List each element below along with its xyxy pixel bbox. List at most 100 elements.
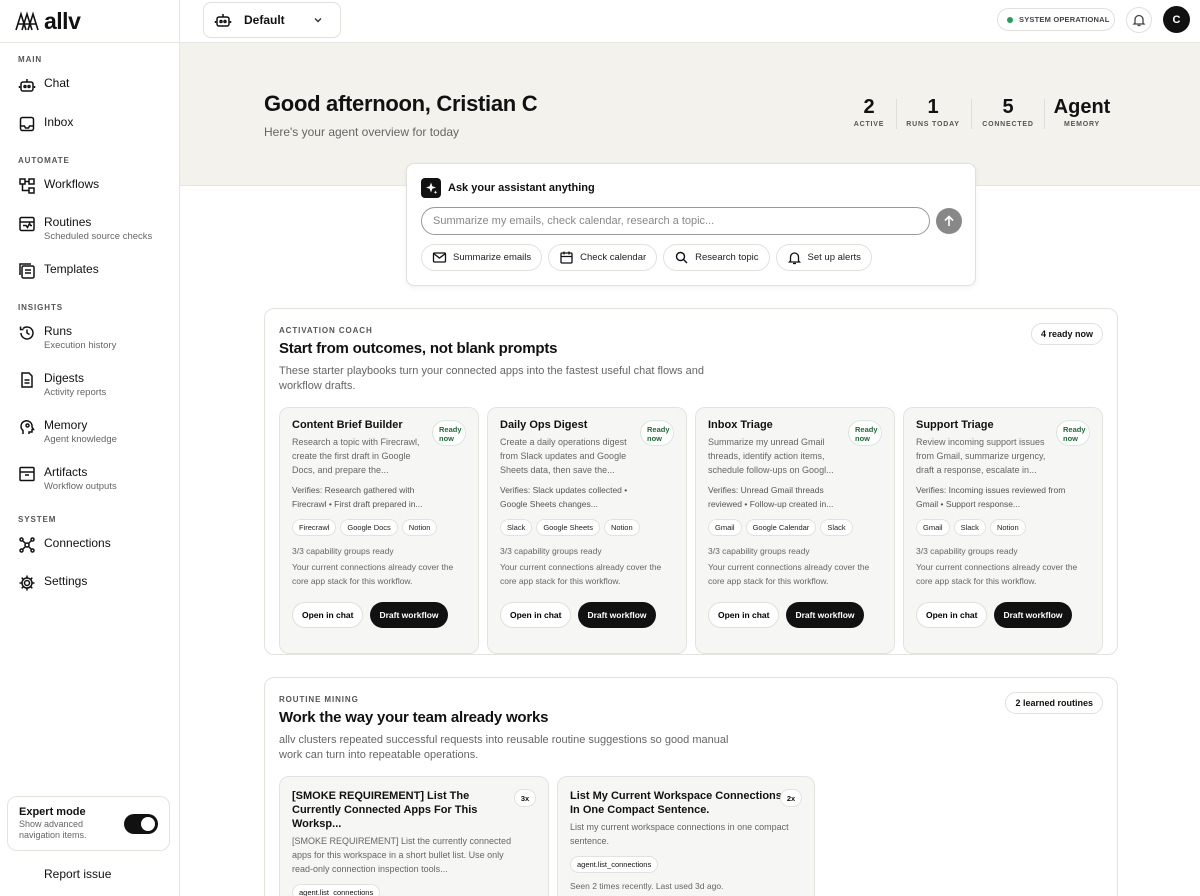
sidebar-item-memory[interactable]: Memory Agent knowledge [0,417,179,446]
open-in-chat-button[interactable]: Open in chat [500,602,572,628]
app-tags: Firecrawl Google Docs Notion [292,519,466,536]
sidebar-item-digests[interactable]: Digests Activity reports [0,370,179,399]
sidebar-item-chat[interactable]: Chat [0,75,179,94]
chip-set-up-alerts[interactable]: Set up alerts [775,244,872,271]
sidebar-item-label: Workflows [44,177,100,191]
draft-workflow-button[interactable]: Draft workflow [786,602,864,628]
playbook-desc: Research a topic with Firecrawl, create … [292,437,420,475]
stat-value: 2 [863,96,875,118]
panel-title: Start from outcomes, not blank prompts [279,340,558,357]
open-in-chat-button[interactable]: Open in chat [708,602,780,628]
playbook-title: Content Brief Builder [292,419,403,431]
panel-desc: These starter playbooks turn your connec… [279,365,704,392]
sidebar-item-label: Settings [44,574,88,588]
section-label-insights: INSIGHTS [18,303,63,312]
archive-icon [19,466,35,482]
routine-tool-tag: agent.list_connections [292,884,381,896]
sidebar-item-label: Chat [44,76,70,90]
draft-workflow-button[interactable]: Draft workflow [578,602,656,628]
expert-mode-desc: Show advanced navigation items. [19,819,87,840]
routine-usage-note: Seen 2 times recently. Last used 3d ago. [570,881,724,891]
robot-icon [214,14,232,27]
open-in-chat-button[interactable]: Open in chat [292,602,364,628]
digest-icon [21,372,33,388]
chip-research-topic[interactable]: Research topic [663,244,770,271]
sidebar-item-routines[interactable]: Routines Scheduled source checks [0,214,179,243]
routine-card[interactable]: [SMOKE REQUIREMENT] List The Currently C… [279,776,549,896]
sidebar-item-templates[interactable]: Templates [0,261,179,280]
send-button[interactable] [936,208,962,234]
search-icon [675,251,688,264]
stat-active: 2 ACTIVE [852,96,886,128]
workflow-icon [19,178,35,194]
stat-divider [1044,99,1045,129]
stat-memory: Agent MEMORY [1052,96,1112,128]
sparkles-icon [421,178,441,198]
stat-divider [971,99,972,129]
playbook-actions: Open in chat Draft workflow [916,602,1072,628]
stat-label: MEMORY [1063,121,1101,128]
section-label-automate: AUTOMATE [18,156,70,165]
assistant-input[interactable] [421,207,930,235]
draft-workflow-button[interactable]: Draft workflow [370,602,448,628]
sidebar-item-label: Inbox [44,115,74,129]
logo[interactable]: allv [0,0,179,43]
stat-label: RUNS TODAY [906,121,960,128]
workspace-selector[interactable]: Default [203,2,341,38]
stat-value: 1 [927,96,939,118]
ready-count-badge: 4 ready now [1030,323,1103,345]
coverage-note: Your current connections already cover t… [292,562,454,586]
playbook-actions: Open in chat Draft workflow [708,602,864,628]
chip-label: Research topic [695,252,759,263]
app-tag: Gmail [916,519,950,536]
sidebar-item-inbox[interactable]: Inbox [0,114,179,133]
app-tag: Google Sheets [536,519,600,536]
report-issue-link[interactable]: Report issue [0,866,179,882]
playbook-desc: Create a daily operations digest from Sl… [500,437,627,475]
allv-logo-icon [15,11,39,31]
status-text: SYSTEM OPERATIONAL [1019,15,1110,24]
workspace-name: Default [244,13,285,27]
panel-title: Work the way your team already works [279,709,549,726]
templates-icon [19,263,35,279]
sidebar-item-runs[interactable]: Runs Execution history [0,323,179,352]
logo-text: allv [44,7,81,34]
routine-desc: [SMOKE REQUIREMENT] List the currently c… [292,836,512,874]
sidebar-item-settings[interactable]: Settings [0,573,179,592]
playbook-card-content-brief: Content Brief Builder Ready now Research… [279,407,479,654]
draft-workflow-button[interactable]: Draft workflow [994,602,1072,628]
sidebar-item-sub: Scheduled source checks [44,231,153,242]
sidebar-item-label: Routines [44,215,92,229]
open-in-chat-button[interactable]: Open in chat [916,602,988,628]
app-tag: Notion [401,519,438,536]
report-issue-label: Report issue [44,867,112,881]
app-tag: Slack [500,519,533,536]
coverage-note: Your current connections already cover t… [500,562,662,586]
ready-badge: Ready now [640,420,674,446]
playbook-card-daily-ops: Daily Ops Digest Ready now Create a dail… [487,407,687,654]
app-tag: Google Calendar [745,519,817,536]
chip-label: Check calendar [580,252,647,263]
robot-icon [18,79,36,92]
app-tag: Gmail [708,519,742,536]
routine-card[interactable]: List My Current Workspace Connections In… [557,776,815,896]
capability-status: 3/3 capability groups ready [292,546,394,556]
status-badge[interactable]: SYSTEM OPERATIONAL [997,8,1115,31]
section-label-system: SYSTEM [18,515,57,524]
bell-icon [787,252,801,265]
expert-mode-toggle[interactable] [124,814,158,834]
sidebar-item-sub: Activity reports [44,387,107,398]
chevron-down-icon [314,18,322,23]
sidebar-item-artifacts[interactable]: Artifacts Workflow outputs [0,464,179,493]
sidebar-item-connections[interactable]: Connections [0,535,179,554]
ready-badge: Ready now [848,420,882,446]
chip-check-calendar[interactable]: Check calendar [548,244,658,271]
panel-eyebrow: ROUTINE MINING [279,695,359,704]
chip-summarize-emails[interactable]: Summarize emails [421,244,543,271]
playbook-verifies: Verifies: Slack updates collected • Goog… [500,485,628,509]
capability-status: 3/3 capability groups ready [708,546,810,556]
notifications-button[interactable] [1126,7,1152,33]
stat-value: Agent [1053,96,1111,118]
avatar[interactable]: C [1163,6,1190,33]
sidebar-item-workflows[interactable]: Workflows [0,176,179,195]
